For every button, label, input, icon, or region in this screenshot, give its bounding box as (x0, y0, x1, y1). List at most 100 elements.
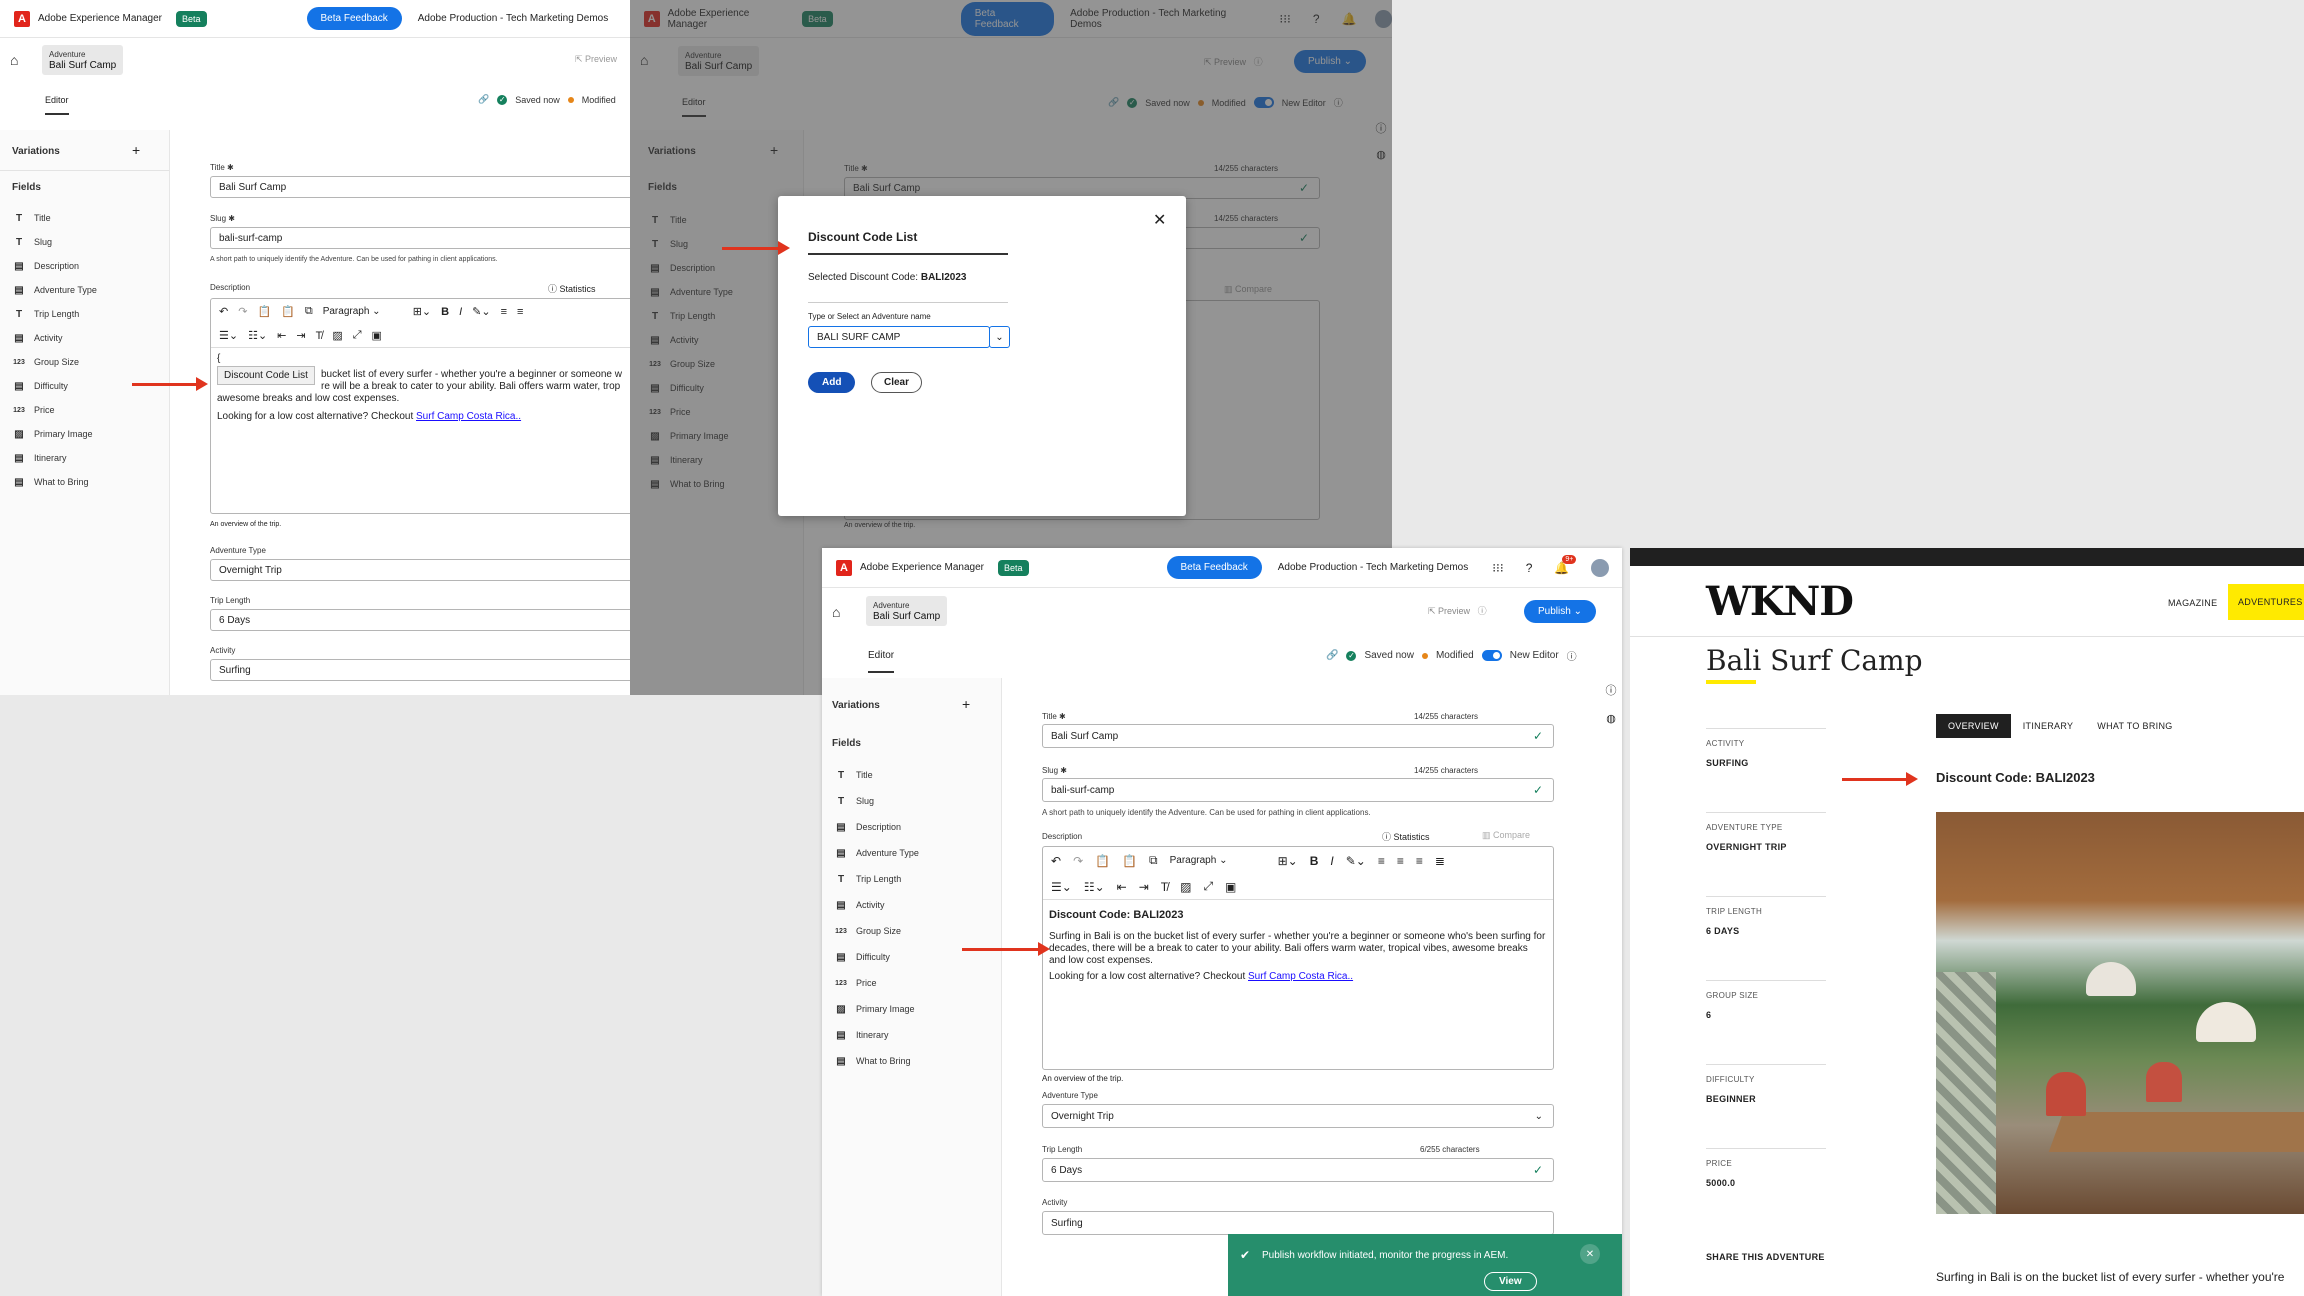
sidebar-field-title[interactable]: T Title (12, 206, 97, 230)
link-icon[interactable]: 🔗 (1326, 650, 1338, 661)
sidebar-field-itinerary[interactable]: ▤ Itinerary (12, 446, 97, 470)
indent-icon[interactable]: ⇥ (1139, 880, 1149, 894)
costa-rica-link[interactable]: Surf Camp Costa Rica.. (1248, 971, 1353, 982)
clear-format-icon[interactable]: T̸ (316, 330, 323, 342)
costa-rica-link[interactable]: Surf Camp Costa Rica.. (416, 411, 521, 422)
new-editor-toggle[interactable] (1481, 650, 1502, 661)
outdent-icon[interactable]: ⇤ (1117, 880, 1127, 894)
properties-icon[interactable]: ⓘ (1600, 682, 1622, 698)
home-icon[interactable]: ⌂ (832, 604, 840, 620)
wknd-share[interactable]: SHARE THIS ADVENTURE (1706, 1252, 1825, 1262)
tab-editor[interactable]: Editor (868, 650, 895, 673)
add-button[interactable]: Add (808, 372, 856, 393)
comment-icon[interactable]: ▣ (372, 329, 382, 342)
sidebar-field-slug[interactable]: T Slug (12, 230, 97, 254)
table-icon[interactable]: ⊞⌄ (413, 305, 431, 318)
bold-icon[interactable]: B (1310, 854, 1319, 868)
close-icon[interactable]: ✕ (1153, 210, 1166, 230)
sidebar-field-what-to-bring[interactable]: ▤ What to Bring (12, 470, 97, 494)
slug-input[interactable]: bali-surf-camp ✓ (1042, 778, 1554, 802)
justify-icon[interactable]: ≣ (1435, 854, 1445, 868)
paragraph-select[interactable]: Paragraph ⌄ (323, 306, 403, 317)
statistics-button[interactable]: ⓘ Statistics (548, 282, 596, 295)
undo-icon[interactable]: ↶ (1051, 854, 1061, 868)
bold-icon[interactable]: B (441, 306, 449, 318)
title-input[interactable]: Bali Surf Camp✓ (1042, 724, 1554, 748)
add-variation-icon[interactable]: + (962, 696, 970, 712)
wknd-nav-magazine[interactable]: MAGAZINE (2168, 598, 2217, 608)
help-icon[interactable]: ? (1526, 561, 1533, 575)
highlight-icon[interactable]: ✎⌄ (1346, 854, 1366, 868)
copy-icon[interactable]: ⧉ (1149, 853, 1158, 868)
sidebar-field-primary-image[interactable]: ▨ Primary Image (834, 996, 919, 1022)
tab-editor[interactable]: Editor (45, 95, 69, 115)
sidebar-field-what-to-bring[interactable]: ▤ What to Bring (834, 1048, 919, 1074)
paste-icon[interactable]: 📋 (1095, 854, 1110, 868)
breadcrumb[interactable]: AdventureBali Surf Camp (866, 596, 948, 626)
italic-icon[interactable]: I (459, 306, 462, 318)
sidebar-field-slug[interactable]: T Slug (834, 788, 919, 814)
sidebar-field-primary-image[interactable]: ▨ Primary Image (12, 422, 97, 446)
align-left-icon[interactable]: ≡ (1378, 854, 1385, 868)
rte[interactable]: ↶ ↷ 📋 📋 ⧉ Paragraph ⌄ ⊞⌄ B I ✎⌄ ≡ ≡ ☰⌄ ☷… (210, 298, 630, 514)
avatar[interactable] (1591, 558, 1610, 577)
apps-grid-icon[interactable]: ⁝⁝⁝ (1492, 561, 1503, 575)
sidebar-field-price[interactable]: 123 Price (12, 398, 97, 422)
bullet-list-icon[interactable]: ☰⌄ (219, 329, 238, 342)
sidebar-field-group-size[interactable]: 123 Group Size (834, 918, 919, 944)
bell-icon[interactable]: 🔔 9+ (1554, 554, 1577, 575)
align-right-icon[interactable]: ≡ (1416, 854, 1423, 868)
rte[interactable]: ↶ ↷ 📋 📋 ⧉ Paragraph ⌄ ⊞⌄ B I ✎⌄ ≡ ≡ ≡ ≣ … (1042, 846, 1554, 1070)
undo-icon[interactable]: ↶ (219, 305, 228, 318)
beta-feedback-button[interactable]: Beta Feedback (306, 7, 402, 30)
publish-button[interactable]: Publish ⌄ (1524, 600, 1596, 623)
link-icon[interactable]: 🔗 (478, 94, 489, 105)
trip-length-input[interactable]: 6 Days ✓ (1042, 1158, 1554, 1182)
org-name[interactable]: Adobe Production - Tech Marketing Demos (418, 13, 608, 24)
sidebar-field-description[interactable]: ▤ Description (12, 254, 97, 278)
sidebar-field-trip-length[interactable]: T Trip Length (12, 302, 97, 326)
trip-length-input[interactable]: 6 Days (210, 609, 630, 631)
sidebar-field-difficulty[interactable]: ▤ Difficulty (834, 944, 919, 970)
sidebar-field-itinerary[interactable]: ▤ Itinerary (834, 1022, 919, 1048)
numbered-list-icon[interactable]: ☷⌄ (248, 329, 267, 342)
breadcrumb[interactable]: Adventure Bali Surf Camp (42, 45, 124, 75)
activity-select[interactable]: Surfing (210, 659, 630, 681)
beta-feedback-button[interactable]: Beta Feedback (1166, 556, 1262, 579)
autocomplete-popup[interactable]: Discount Code List (217, 366, 315, 385)
info-icon[interactable]: ⓘ (1567, 648, 1577, 663)
redo-icon[interactable]: ↷ (1073, 854, 1083, 868)
wknd-tab-overview[interactable]: OVERVIEW (1936, 714, 2011, 738)
image-icon[interactable]: ▨ (1180, 880, 1191, 894)
sidebar-field-activity[interactable]: ▤ Activity (834, 892, 919, 918)
toast-close-icon[interactable]: ✕ (1580, 1244, 1600, 1264)
align-left-icon[interactable]: ≡ (501, 306, 507, 318)
org-name[interactable]: Adobe Production - Tech Marketing Demos (1278, 562, 1468, 573)
fullscreen-icon[interactable]: ⤢ (353, 329, 362, 342)
copy-icon[interactable]: ⧉ (305, 305, 313, 318)
wknd-nav-adventures[interactable]: ADVENTURES (2228, 584, 2304, 620)
fullscreen-icon[interactable]: ⤢ (1203, 879, 1213, 894)
bullet-list-icon[interactable]: ☰⌄ (1051, 880, 1072, 894)
activity-select[interactable]: Surfing (1042, 1211, 1554, 1235)
wknd-logo[interactable]: WKND (1706, 578, 1854, 625)
title-input[interactable]: Bali Surf Camp (210, 176, 630, 198)
wknd-tab-itinerary[interactable]: ITINERARY (2011, 714, 2086, 738)
sidebar-field-adventure-type[interactable]: ▤ Adventure Type (834, 840, 919, 866)
outdent-icon[interactable]: ⇤ (277, 329, 286, 342)
highlight-icon[interactable]: ✎⌄ (472, 305, 490, 318)
home-icon[interactable]: ⌂ (10, 52, 18, 68)
adventure-combobox[interactable]: BALI SURF CAMP (808, 326, 990, 348)
adventure-type-select[interactable]: Overnight Trip ⌄ (1042, 1104, 1554, 1128)
adventure-type-select[interactable]: Overnight Trip (210, 559, 630, 581)
sidebar-field-description[interactable]: ▤ Description (834, 814, 919, 840)
clear-button[interactable]: Clear (871, 372, 923, 393)
clear-format-icon[interactable]: T̸ (1161, 880, 1168, 894)
comment-icon[interactable]: ▣ (1225, 880, 1236, 894)
globe-icon[interactable]: ◍ (1600, 712, 1622, 725)
wknd-tab-what-to-bring[interactable]: WHAT TO BRING (2085, 714, 2184, 738)
table-icon[interactable]: ⊞⌄ (1278, 854, 1298, 868)
sidebar-field-adventure-type[interactable]: ▤ Adventure Type (12, 278, 97, 302)
align-center-icon[interactable]: ≡ (1397, 854, 1404, 868)
image-icon[interactable]: ▨ (332, 329, 342, 342)
